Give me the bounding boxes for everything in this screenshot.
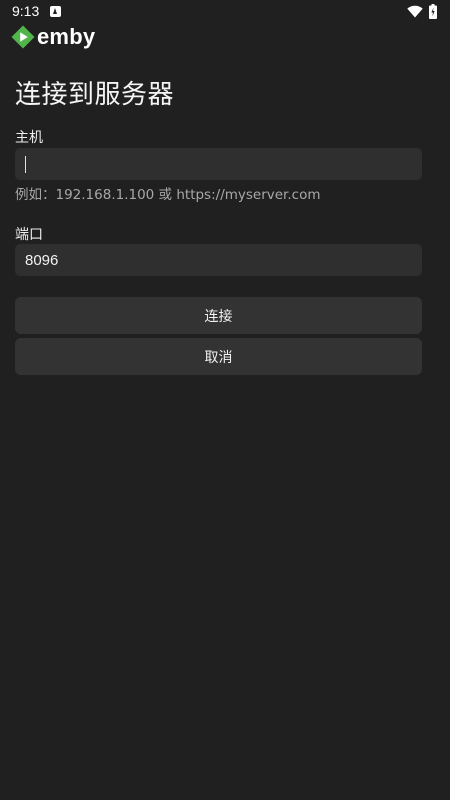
connect-button-label: 连接	[204, 308, 233, 325]
cancel-button[interactable]: 取消	[15, 338, 422, 375]
battery-icon	[429, 4, 437, 19]
host-input[interactable]	[15, 148, 422, 180]
wifi-icon	[407, 5, 423, 18]
connect-server-screen: 9:13 emby 连接到服务器 主机 例如：192.168.1.100 或 h…	[0, 0, 450, 800]
port-input-value: 8096	[25, 251, 59, 269]
port-label: 端口	[15, 227, 43, 243]
page-title: 连接到服务器	[15, 80, 175, 110]
text-cursor	[25, 155, 26, 173]
status-bar: 9:13	[0, 0, 450, 24]
emby-logo: emby	[11, 25, 95, 49]
logo-text: emby	[37, 24, 96, 49]
host-label: 主机	[15, 130, 43, 146]
emby-play-icon	[11, 25, 35, 49]
connect-button[interactable]: 连接	[15, 297, 422, 334]
port-input[interactable]: 8096	[15, 244, 422, 276]
status-time: 9:13	[12, 3, 40, 19]
cancel-button-label: 取消	[204, 349, 233, 366]
host-hint: 例如：192.168.1.100 或 https://myserver.com	[15, 187, 321, 203]
notification-icon	[50, 6, 61, 17]
